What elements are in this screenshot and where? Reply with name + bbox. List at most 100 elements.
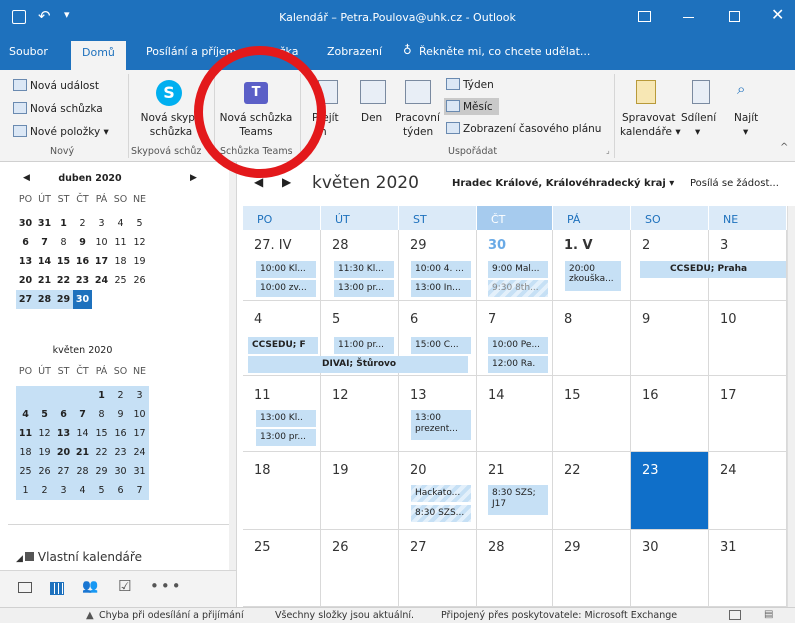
new-meeting-button[interactable]: Nová schůzka [13, 102, 103, 115]
normal-view-icon[interactable] [729, 610, 741, 620]
tell-me-box[interactable]: Řekněte mi, co chcete udělat... [419, 45, 590, 58]
calendar-event[interactable]: 15:00 C... [411, 337, 471, 354]
calendar-event[interactable]: 11:00 pr... [334, 337, 394, 354]
calendar-event[interactable]: 8:30 SZS; J17 [488, 485, 548, 515]
month-view-button[interactable]: Měsíc [444, 98, 499, 115]
calendar-icon[interactable] [50, 582, 64, 595]
day-cell[interactable]: 27 [399, 530, 477, 607]
day-cell[interactable]: 16 [631, 376, 709, 452]
manage-calendars-button[interactable]: Spravovat kalendáře ▾ [618, 74, 681, 142]
status-bar: ▲ Chyba při odesílání a přijímání Všechn… [0, 607, 795, 623]
day-view-button[interactable]: Den [356, 74, 390, 142]
people-icon[interactable]: 👥 [82, 579, 98, 594]
calendar-event[interactable]: 13:00 Kl.. [256, 410, 316, 427]
checkbox-icon [24, 552, 34, 561]
day-cell[interactable]: 15 [553, 376, 631, 452]
next-month-icon[interactable]: ▶ [190, 173, 197, 183]
meeting-icon [13, 102, 27, 114]
calendar-event[interactable]: 10:00 Pe... [488, 337, 548, 354]
calendar-event[interactable]: 13:00 In... [411, 280, 471, 297]
day-cell[interactable]: 10 [709, 301, 787, 376]
mini-calendar-title: květen 2020 [52, 345, 113, 356]
scrollbar[interactable] [229, 162, 236, 570]
new-items-button[interactable]: Nové položky ▾ [13, 125, 109, 138]
work-week-view-button[interactable]: Pracovní týden [394, 74, 440, 142]
expand-icon: ◢ [16, 554, 23, 564]
my-calendars-group[interactable]: ◢ Vlastní kalendáře [16, 550, 142, 564]
more-icon[interactable]: ••• [150, 577, 183, 595]
day-cell[interactable]: 22 [553, 452, 631, 530]
day-cell[interactable]: 9 [631, 301, 709, 376]
tasks-icon[interactable]: ☑ [118, 577, 131, 595]
calendar-event[interactable]: 8:30 SZS... [411, 505, 471, 522]
day-cell[interactable]: 30 [631, 530, 709, 607]
calendar-event[interactable]: 13:00 pr... [334, 280, 394, 297]
weekday-mon: PO [243, 206, 321, 230]
ribbon: Nová událost Nová schůzka Nové položky ▾… [0, 70, 795, 162]
calendar-event[interactable]: 9:30 8th... [488, 280, 548, 297]
minimize-icon[interactable] [683, 17, 694, 18]
calendar-event[interactable]: 10:00 4. ... [411, 261, 471, 278]
day-cell[interactable]: 18 [243, 452, 321, 530]
day-cell[interactable]: 25 [243, 530, 321, 607]
day-cell[interactable]: 24 [709, 452, 787, 530]
calendar-event[interactable]: Hackato... [411, 485, 471, 502]
day-cell[interactable]: 26 [321, 530, 399, 607]
lightbulb-icon: ♁ [403, 43, 412, 57]
calendar-event[interactable]: 13:00 prezent... [411, 410, 471, 440]
find-button[interactable]: ⌕ Najít ▾ [724, 74, 768, 142]
week-view-button[interactable]: Týden [446, 78, 494, 91]
ribbon-display-options-icon[interactable] [638, 11, 651, 22]
calendar-event[interactable]: CCSEDU; Praha [636, 261, 786, 278]
day-cell[interactable]: 8 [553, 301, 631, 376]
tab-file[interactable]: Soubor [9, 45, 48, 58]
mail-icon[interactable] [18, 582, 32, 593]
calendar-event[interactable]: DIVAI; Štůrovo [248, 356, 468, 373]
share-icon [692, 80, 710, 104]
day-cell[interactable]: 28 [477, 530, 553, 607]
collapse-ribbon-icon[interactable]: ^ [780, 142, 788, 153]
week-icon [446, 78, 460, 90]
calendar-event[interactable]: 12:00 Ra. [488, 356, 548, 373]
status-error[interactable]: Chyba při odesílání a přijímání [99, 610, 244, 621]
reading-view-icon[interactable]: ▤ [764, 609, 773, 620]
chevron-down-icon: ▾ [669, 178, 675, 189]
day-cell-selected[interactable]: 23 [631, 452, 709, 530]
vertical-scrollbar[interactable] [787, 206, 795, 607]
new-event-button[interactable]: Nová událost [13, 79, 99, 92]
share-button[interactable]: Sdílení ▾ [678, 74, 720, 142]
title-bar: ↶ ▾ Kalendář – Petra.Poulova@uhk.cz - Ou… [0, 0, 795, 36]
ribbon-separator [128, 74, 129, 158]
mini-calendar-grid: 123 4 5 6 7 8 9 10 11 12 13 14 15 16 17 18 19 20 21 22 23… [16, 386, 149, 500]
skype-icon: S [156, 80, 182, 106]
mini-calendar-daynames: PO ÚT ST ČT PÁ SO NE [18, 194, 147, 205]
schedule-view-button[interactable]: Zobrazení časového plánu [446, 122, 601, 135]
day-cell[interactable]: 14 [477, 376, 553, 452]
weekday-fri: PÁ [553, 206, 631, 230]
dialog-launcher-icon[interactable]: ⌟ [606, 146, 610, 155]
work-week-icon [405, 80, 431, 104]
calendar-event[interactable]: 10:00 Kl... [256, 261, 316, 278]
calendar-event[interactable]: 11:30 Kl... [334, 261, 394, 278]
day-cell[interactable]: 19 [321, 452, 399, 530]
close-icon[interactable]: ✕ [771, 5, 784, 24]
next-period-icon[interactable]: ▶ [282, 175, 291, 189]
day-cell[interactable]: 17 [709, 376, 787, 452]
month-title: květen 2020 [312, 173, 419, 193]
calendar-event[interactable]: 20:00 zkouška... [565, 261, 621, 291]
calendar-header: ◀ ▶ květen 2020 Hradec Králové, Královéh… [238, 162, 795, 206]
day-cell[interactable]: 29 [553, 530, 631, 607]
calendar-event[interactable]: 10:00 zv... [256, 280, 316, 297]
weather-location[interactable]: Hradec Králové, Královéhradecký kraj ▾ [452, 178, 674, 189]
calendar-event[interactable]: 13:00 pr... [256, 429, 316, 446]
mini-calendar-daynames: PO ÚT ST ČT PÁ SO NE [18, 366, 147, 377]
calendar-event[interactable]: CCSEDU; F [248, 337, 318, 354]
maximize-icon[interactable] [729, 11, 740, 22]
day-cell[interactable]: 12 [321, 376, 399, 452]
highlight-circle [194, 46, 326, 178]
day-cell[interactable]: 31 [709, 530, 787, 607]
tab-view[interactable]: Zobrazení [327, 45, 382, 58]
month-grid: 27. IV 28 29 30 1. V 2 3 4 5 6 7 8 9 10 … [243, 230, 787, 607]
calendar-event[interactable]: 9:00 Mal... [488, 261, 548, 278]
tab-home[interactable]: Domů [71, 41, 126, 70]
